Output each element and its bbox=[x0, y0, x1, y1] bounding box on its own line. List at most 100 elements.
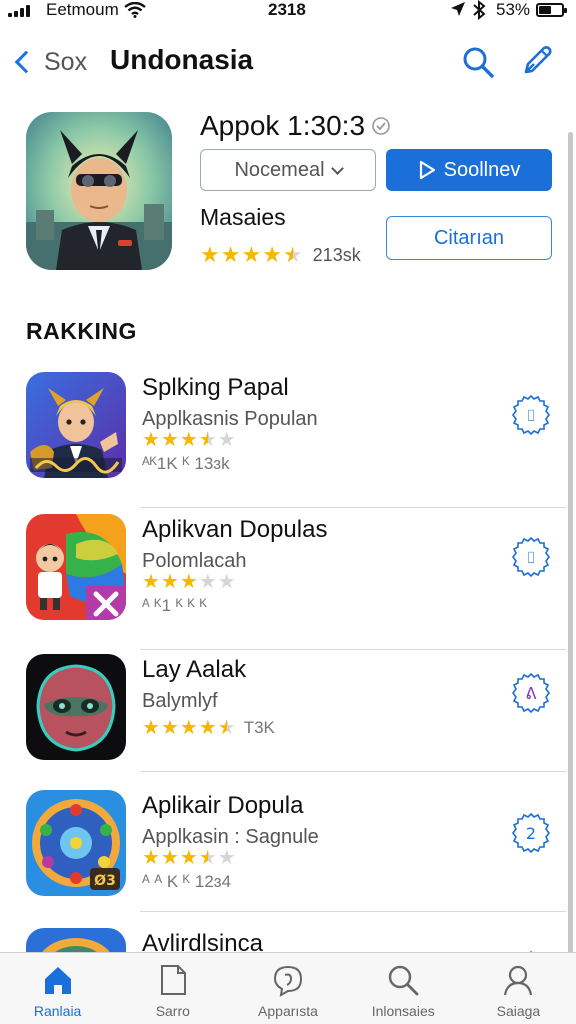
download-icon[interactable]: ⌷ bbox=[510, 394, 552, 436]
carrier-name: Eetmoum bbox=[46, 0, 119, 19]
star-icon: ★ bbox=[220, 242, 241, 267]
tab-label: Inlonsaies bbox=[371, 1003, 435, 1019]
options-dropdown[interactable]: Nocemeal bbox=[200, 149, 376, 191]
star-icon: ★ bbox=[160, 847, 179, 869]
search-icon[interactable] bbox=[460, 44, 496, 80]
tab-bar: Ranlaia Sarro Apparısta Inlonsaies Saiag… bbox=[0, 952, 576, 1024]
star-rating: ★ ★ ★ ★ ★ bbox=[142, 430, 236, 450]
clock: 2318 bbox=[268, 0, 306, 19]
battery-fill bbox=[539, 6, 551, 14]
star-rating: ★ ★ ★ ★ ★ bbox=[200, 244, 303, 266]
featured-app-rating: ★ ★ ★ ★ ★ 213sk bbox=[200, 244, 361, 266]
star-icon: ★ bbox=[262, 242, 282, 267]
app-rating-count: T3K bbox=[243, 718, 275, 737]
download-glyph: ⌷ bbox=[526, 548, 536, 567]
star-icon: ★ bbox=[198, 571, 217, 593]
star-icon: ★ bbox=[142, 847, 160, 869]
download-icon[interactable]: ᕕ bbox=[510, 672, 552, 714]
app-subtitle: Polomlacah bbox=[142, 550, 247, 572]
profile-icon bbox=[504, 965, 533, 996]
star-icon: ★ bbox=[160, 717, 179, 739]
star-rating: ★ ★ ★ ★ ★ bbox=[142, 572, 236, 592]
list-item[interactable]: Lay Aalak Balymlyf ★ ★ ★ ★ ★ T3K ᕕ bbox=[0, 654, 566, 790]
bluetooth-icon bbox=[473, 0, 486, 20]
search-icon bbox=[389, 965, 419, 996]
tab-label: Apparısta bbox=[258, 1003, 318, 1019]
star-icon: ★ bbox=[217, 717, 236, 739]
star-icon: ★ bbox=[160, 571, 179, 593]
scrollbar[interactable] bbox=[568, 132, 573, 958]
download-glyph: ᕕ bbox=[526, 684, 537, 703]
play-icon bbox=[419, 160, 435, 180]
star-icon: ★ bbox=[241, 242, 262, 267]
star-icon: ★ bbox=[217, 571, 236, 593]
tab-documents[interactable]: Sarro bbox=[115, 953, 230, 1024]
star-rating: ★ ★ ★ ★ ★ bbox=[142, 718, 236, 738]
app-title: Splking Papal bbox=[142, 374, 289, 401]
rating-count: 213sk bbox=[312, 244, 361, 265]
download-icon[interactable]: ⌷ bbox=[510, 536, 552, 578]
star-icon: ★ bbox=[142, 429, 160, 451]
download-glyph: ⌷ bbox=[526, 406, 536, 425]
cellular-signal-icon bbox=[8, 5, 30, 17]
app-rating: ★ ★ ★ ★ ★ bbox=[142, 572, 244, 592]
app-meta: ᴬ ᴬ K ᴷ 12ɜ4 bbox=[142, 872, 232, 891]
app-title: Aplikair Dopula bbox=[142, 792, 304, 819]
star-icon: ★ bbox=[142, 717, 160, 739]
row-divider bbox=[140, 507, 566, 508]
featured-app-title: Appok 1:30:3 bbox=[200, 110, 391, 142]
list-item[interactable]: Aplikvan Dopulas Polomlacah ★ ★ ★ ★ ★ ᴬ ᴷ1 ᴷ… bbox=[0, 514, 566, 650]
star-icon: ★ bbox=[198, 429, 217, 451]
chat-icon bbox=[273, 965, 303, 997]
star-icon: ★ bbox=[179, 717, 198, 739]
back-button[interactable]: Sox bbox=[12, 42, 87, 82]
tab-chat[interactable]: Apparısta bbox=[230, 953, 345, 1024]
wifi-icon bbox=[124, 2, 146, 18]
tab-label: Ranlaia bbox=[33, 1003, 82, 1019]
compose-icon[interactable] bbox=[518, 42, 556, 80]
app-rating: ★ ★ ★ ★ ★ bbox=[142, 848, 244, 868]
star-icon: ★ bbox=[179, 847, 198, 869]
star-icon: ★ bbox=[198, 847, 217, 869]
install-button-label: Soollnev bbox=[443, 158, 521, 181]
location-arrow-icon bbox=[451, 2, 465, 16]
navigation-bar: Sox Undonasia bbox=[0, 36, 576, 86]
tab-label: Sarro bbox=[155, 1003, 190, 1019]
secondary-action-button[interactable]: Citarıan bbox=[386, 216, 552, 260]
app-icon bbox=[26, 372, 126, 478]
verified-badge-icon bbox=[372, 117, 390, 135]
home-icon bbox=[44, 967, 71, 994]
install-button[interactable]: Soollnev bbox=[386, 149, 552, 191]
row-divider bbox=[140, 771, 566, 772]
star-icon: ★ bbox=[179, 571, 198, 593]
star-icon: ★ bbox=[160, 429, 179, 451]
star-rating: ★ ★ ★ ★ ★ bbox=[142, 848, 236, 868]
tab-search[interactable]: Inlonsaies bbox=[346, 953, 461, 1024]
featured-app-subtitle: Masaies bbox=[200, 204, 286, 230]
options-dropdown-label: Nocemeal bbox=[234, 158, 325, 181]
row-divider bbox=[140, 649, 566, 650]
app-meta: ᴬ ᴷ1 ᴷ ᴷ ᴷ bbox=[142, 596, 207, 615]
star-icon: ★ bbox=[200, 242, 220, 267]
back-label: Sox bbox=[44, 47, 88, 76]
tab-home[interactable]: Ranlaia bbox=[0, 953, 115, 1024]
tab-profile[interactable]: Saiaga bbox=[461, 953, 576, 1024]
list-item[interactable]: Splking Papal Applkasnis Populan ★ ★ ★ ★ ★ ᴬ… bbox=[0, 372, 566, 508]
star-icon: ★ bbox=[217, 429, 236, 451]
tab-label: Saiaga bbox=[496, 1003, 541, 1019]
featured-app-icon[interactable] bbox=[26, 112, 172, 270]
star-icon: ★ bbox=[217, 847, 236, 869]
document-icon bbox=[160, 965, 186, 995]
app-rating: ★ ★ ★ ★ ★ bbox=[142, 430, 244, 450]
star-icon: ★ bbox=[198, 717, 217, 739]
app-meta: ᴬᴷ1K ᴷ 13ɜk bbox=[142, 454, 230, 473]
app-subtitle: Applkasin : Sagnule bbox=[142, 826, 319, 848]
app-subtitle: Balymlyf bbox=[142, 690, 218, 712]
page-title: Undonasia bbox=[110, 44, 254, 75]
download-icon[interactable]: 2 bbox=[510, 812, 552, 854]
section-title: RAKKING bbox=[26, 318, 137, 344]
app-subtitle: Applkasnis Populan bbox=[142, 408, 318, 430]
app-title: Lay Aalak bbox=[142, 656, 247, 683]
list-item[interactable]: Ø3 Aplikair Dopula Applkasin : Sagnule ★… bbox=[0, 790, 566, 926]
row-divider bbox=[140, 911, 566, 912]
